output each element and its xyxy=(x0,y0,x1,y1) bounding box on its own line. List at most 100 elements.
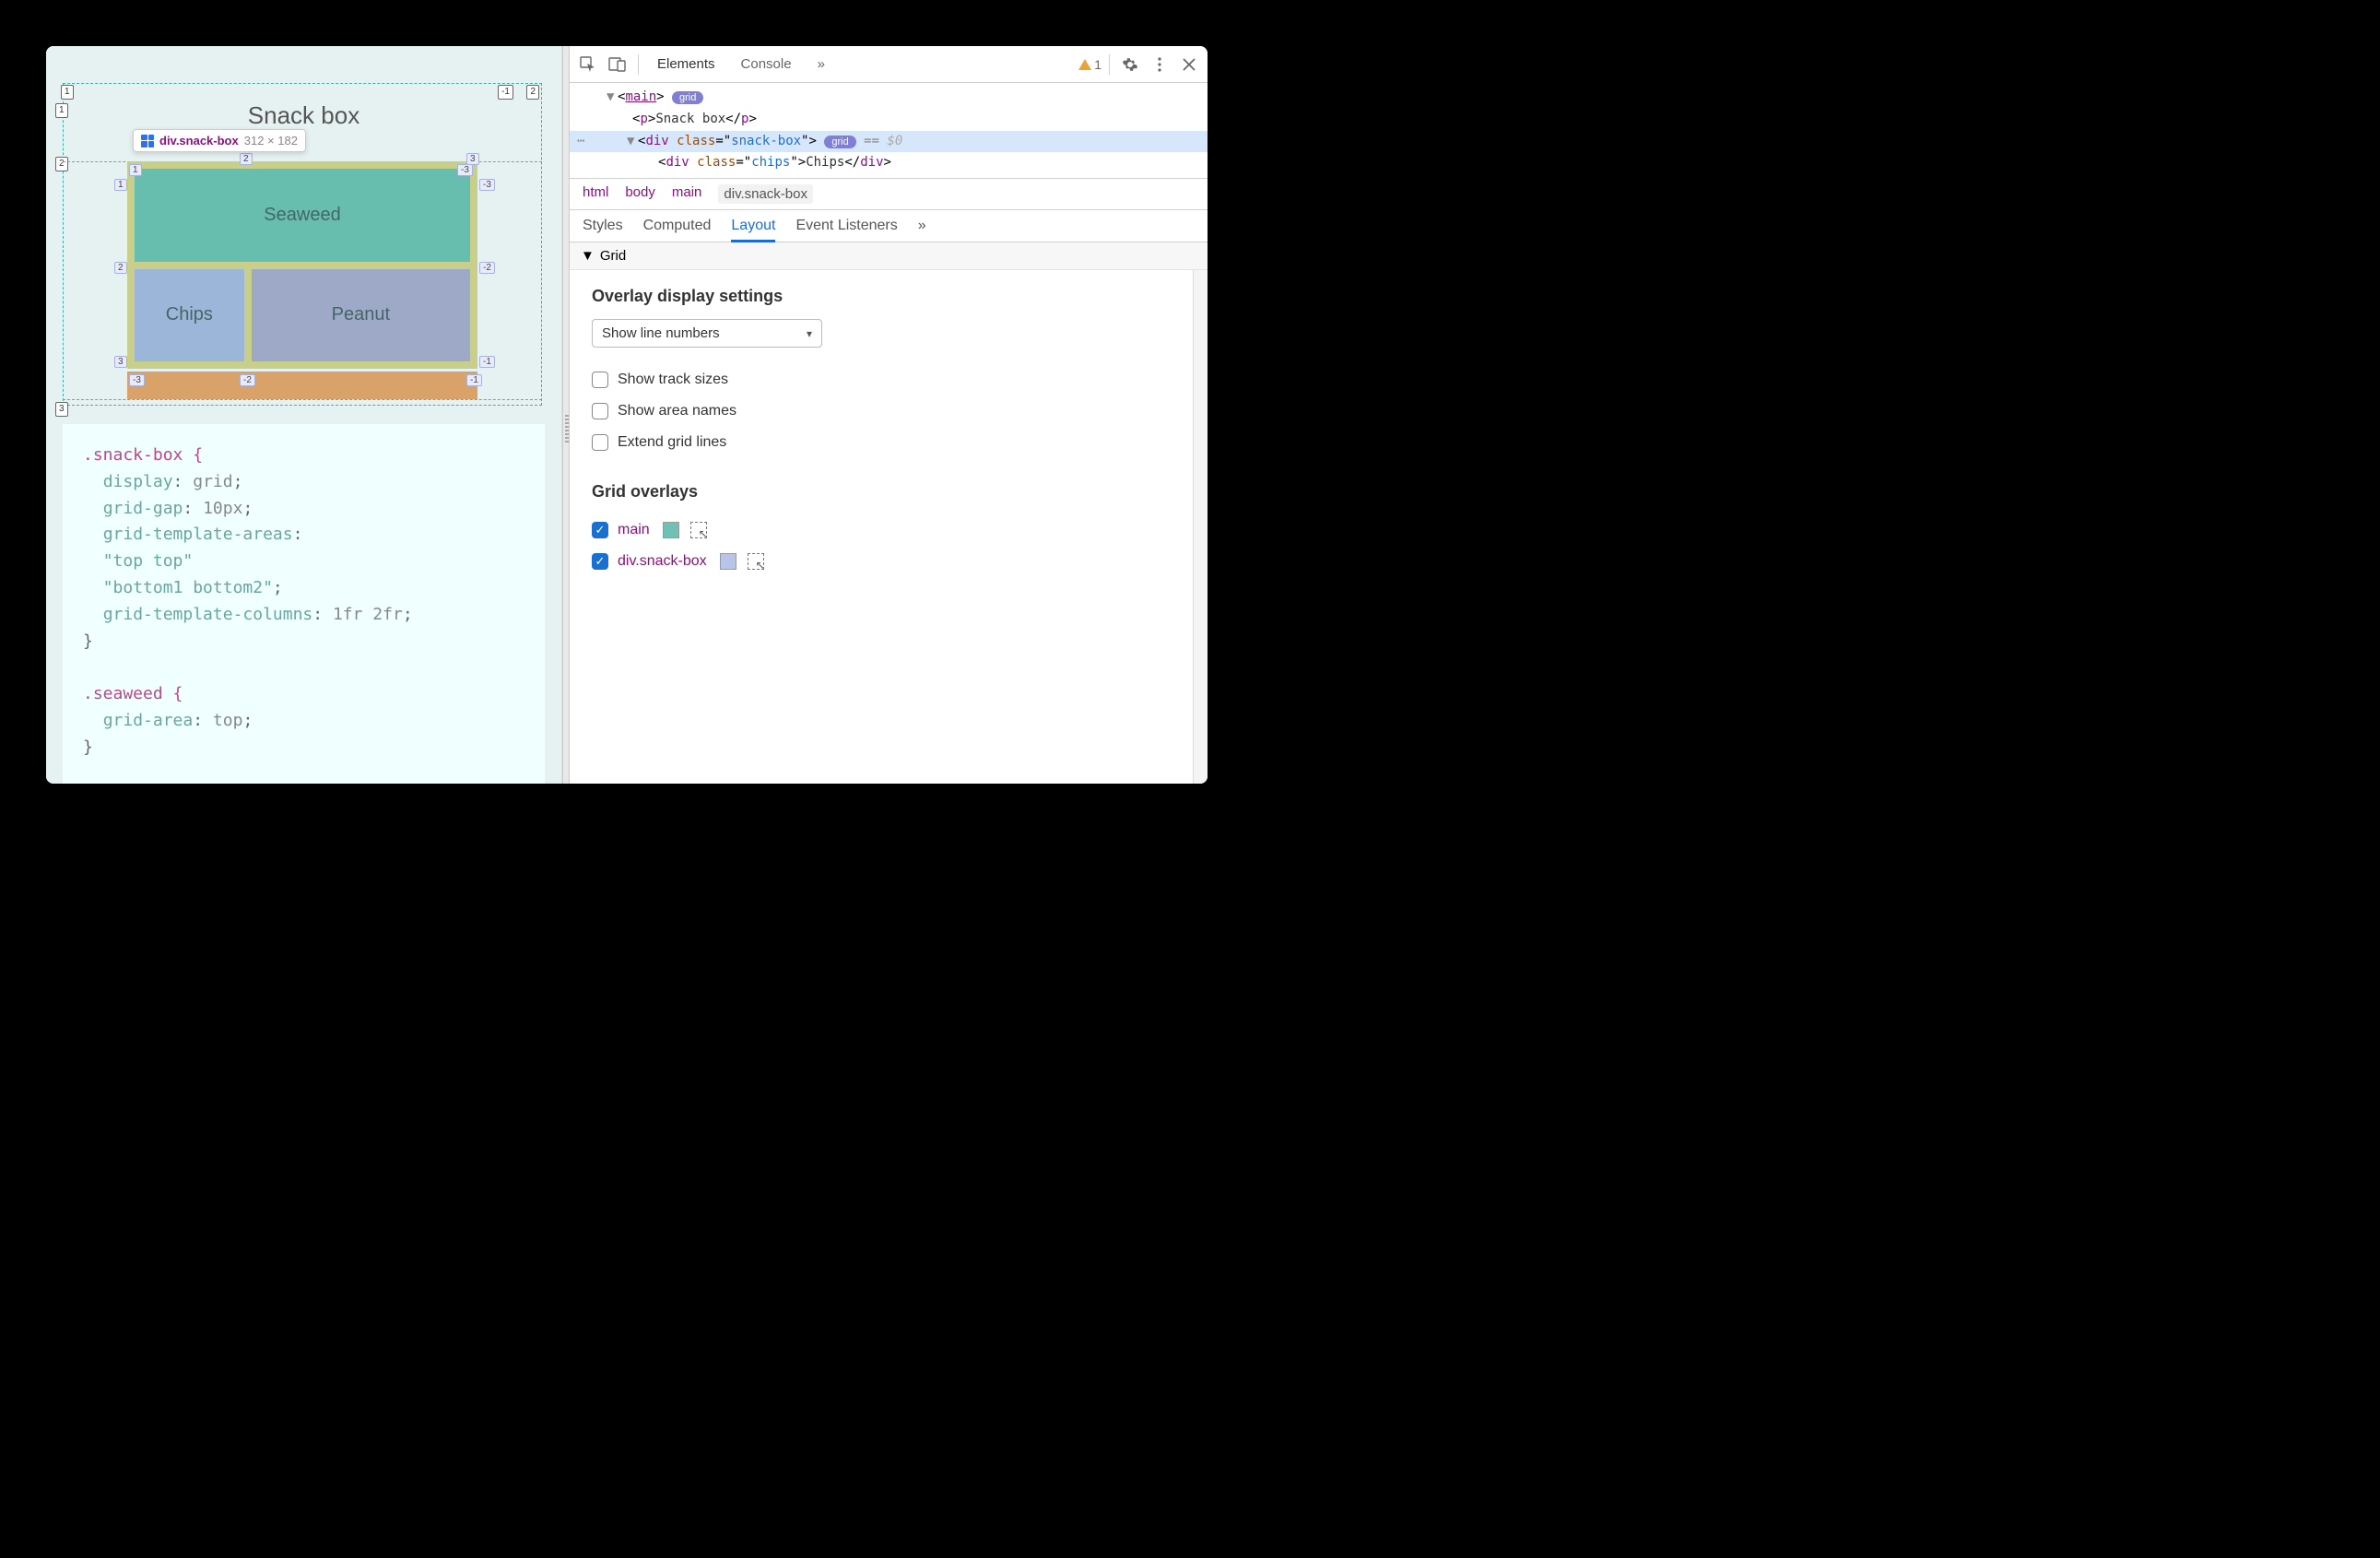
checkbox-label: Show track sizes xyxy=(618,372,728,388)
dom-eq: == xyxy=(856,134,888,148)
cell-seaweed: Seaweed xyxy=(135,169,470,262)
check-extend-lines[interactable]: Extend grid lines xyxy=(592,427,1171,458)
devtools-pane: Elements Console » 1 ▼<main> grid <p>Sna… xyxy=(570,46,1208,784)
dom-node-chips[interactable]: <div class="chips">Chips</div> xyxy=(607,152,1208,174)
overlay-main[interactable]: ✓ main xyxy=(592,514,1171,546)
reveal-element-icon[interactable] xyxy=(748,553,764,570)
grid-line-label: 1 xyxy=(61,85,74,100)
dom-node-selected[interactable]: ▼<div class="snack-box"> grid == $0 xyxy=(570,131,1208,153)
color-swatch[interactable] xyxy=(663,522,679,538)
code-selector: .snack-box { xyxy=(83,445,203,465)
check-area-names[interactable]: Show area names xyxy=(592,395,1171,427)
close-icon[interactable] xyxy=(1176,52,1202,77)
reveal-element-icon[interactable] xyxy=(690,522,707,538)
select-value: Show line numbers xyxy=(602,325,720,341)
checkbox-label: Extend grid lines xyxy=(618,434,726,451)
code-val: grid xyxy=(193,472,232,491)
warnings-badge[interactable]: 1 xyxy=(1078,57,1102,72)
grid-line-label: -3 xyxy=(479,179,495,191)
checkbox-checked[interactable]: ✓ xyxy=(592,522,608,538)
device-toggle-icon[interactable] xyxy=(605,52,630,77)
devtools-toolbar: Elements Console » 1 xyxy=(570,46,1208,83)
grid-line-label: 2 xyxy=(55,157,68,171)
warning-icon xyxy=(1078,59,1091,70)
overlay-snack-box[interactable]: ✓ div.snack-box ➘ xyxy=(592,546,1171,577)
scrollbar[interactable] xyxy=(1193,270,1208,784)
checkbox[interactable] xyxy=(592,372,608,388)
crumb-html[interactable]: html xyxy=(583,184,608,204)
code-val: top xyxy=(213,711,243,730)
grid-line-label: 1 xyxy=(114,179,127,191)
checkbox[interactable] xyxy=(592,403,608,419)
dom-tag: div xyxy=(666,155,689,170)
code-string: "bottom1 bottom2" xyxy=(103,578,273,597)
crumb-main[interactable]: main xyxy=(672,184,702,204)
grid-line-label: 2 xyxy=(526,85,539,100)
rendered-viewport: 1 -1 2 1 2 3 Snack box div.snack-box 312… xyxy=(63,65,545,424)
code-prop: grid-gap xyxy=(103,499,183,518)
color-swatch[interactable] xyxy=(720,553,736,570)
dom-node-main[interactable]: ▼<main> grid xyxy=(607,87,1208,109)
dom-attr: class xyxy=(697,155,736,170)
dom-node-p[interactable]: <p>Snack box</p> xyxy=(607,109,1208,131)
subtab-layout[interactable]: Layout xyxy=(731,218,775,242)
tab-console[interactable]: Console xyxy=(730,51,803,77)
code-prop: grid-template-columns xyxy=(103,605,313,624)
element-tooltip: div.snack-box 312 × 182 xyxy=(133,129,306,152)
layout-panel: Overlay display settings Show line numbe… xyxy=(570,270,1193,784)
code-val: 10px xyxy=(203,499,242,518)
grid-line-label: 3 xyxy=(114,356,127,368)
styles-subtabs: Styles Computed Layout Event Listeners » xyxy=(570,210,1208,242)
dom-tree[interactable]: ▼<main> grid <p>Snack box</p> ▼<div clas… xyxy=(570,83,1208,179)
grid-icon xyxy=(141,135,154,148)
dom-tag[interactable]: main xyxy=(625,89,656,104)
subtab-event-listeners[interactable]: Event Listeners xyxy=(795,218,897,234)
checkbox-checked[interactable]: ✓ xyxy=(592,553,608,570)
crumb-snack-box[interactable]: div.snack-box xyxy=(718,184,813,204)
dom-tag: div xyxy=(645,134,668,148)
settings-icon[interactable] xyxy=(1117,52,1143,77)
tab-elements[interactable]: Elements xyxy=(646,51,726,77)
checkbox[interactable] xyxy=(592,434,608,451)
line-number-select[interactable]: Show line numbers xyxy=(592,319,822,348)
grid-badge[interactable]: grid xyxy=(672,91,703,104)
code-selector: .seaweed { xyxy=(83,684,183,703)
dom-ref: $0 xyxy=(887,134,902,148)
code-prop: grid-area xyxy=(103,711,194,730)
pane-resizer[interactable] xyxy=(562,46,570,784)
crumb-body[interactable]: body xyxy=(625,184,655,204)
grid-line-label: -2 xyxy=(240,374,255,386)
dom-text: Snack box xyxy=(655,112,725,126)
grid-section-header[interactable]: ▼ Grid xyxy=(570,242,1208,270)
grid-line-label: -3 xyxy=(457,164,473,176)
grid-line-label: -3 xyxy=(129,374,145,386)
section-title: Grid xyxy=(600,248,626,264)
dom-attr: class xyxy=(677,134,715,148)
code-val: 1fr 2fr xyxy=(333,605,403,624)
grid-line-label: -2 xyxy=(479,262,495,274)
kebab-icon[interactable] xyxy=(1147,52,1172,77)
dom-attr-val: chips xyxy=(751,155,790,170)
tabs-more[interactable]: » xyxy=(807,51,836,77)
divider xyxy=(1109,54,1110,75)
devtools-window: 1 -1 2 1 2 3 Snack box div.snack-box 312… xyxy=(46,46,1208,784)
warning-count: 1 xyxy=(1094,57,1102,72)
page-preview-pane: 1 -1 2 1 2 3 Snack box div.snack-box 312… xyxy=(46,46,562,784)
subtab-styles[interactable]: Styles xyxy=(583,218,623,234)
disclosure-triangle-icon: ▼ xyxy=(581,248,595,264)
subtab-computed[interactable]: Computed xyxy=(643,218,712,234)
inspect-icon[interactable] xyxy=(575,52,601,77)
grid-line-label: 1 xyxy=(129,164,142,176)
grid-gap-highlight xyxy=(127,372,477,399)
grid-overlays-title: Grid overlays xyxy=(592,482,1171,502)
grid-line-label: -1 xyxy=(466,374,482,386)
code-string: "top top" xyxy=(103,551,194,571)
check-track-sizes[interactable]: Show track sizes xyxy=(592,364,1171,395)
dom-tag: p xyxy=(640,112,647,126)
code-brace: } xyxy=(83,735,524,761)
code-prop: grid-template-areas xyxy=(103,525,293,544)
grid-guide-line xyxy=(63,399,542,400)
subtabs-more[interactable]: » xyxy=(918,218,926,234)
grid-badge[interactable]: grid xyxy=(824,136,855,148)
grid-line-label: 2 xyxy=(240,153,253,165)
